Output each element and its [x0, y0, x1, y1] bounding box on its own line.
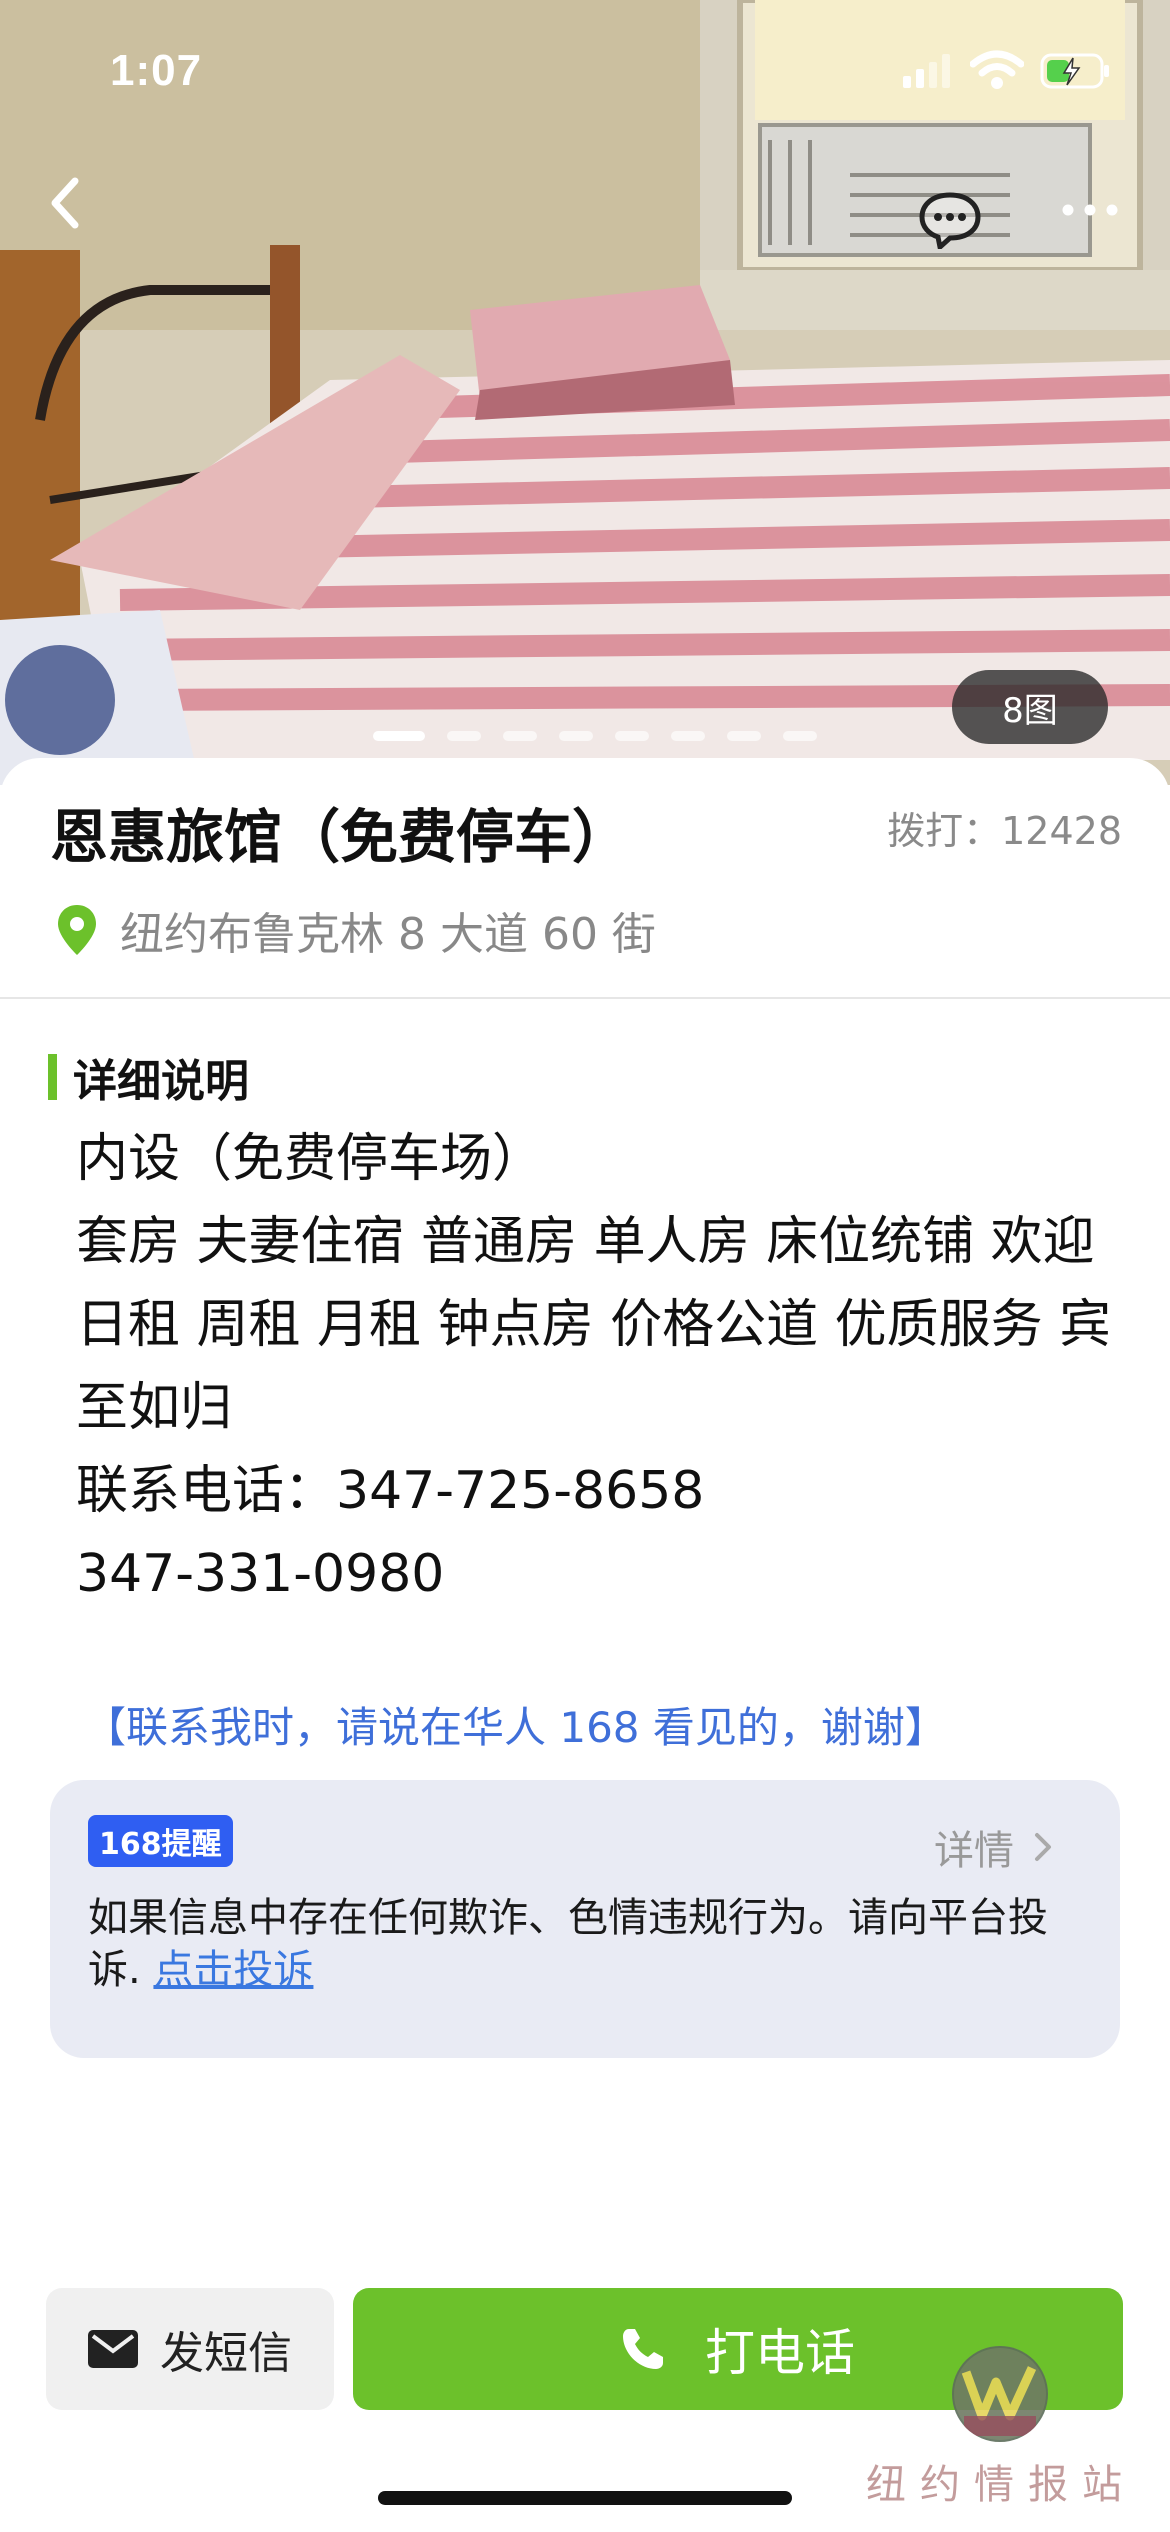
envelope-icon: [88, 2330, 138, 2368]
report-link[interactable]: 点击投诉: [153, 1947, 313, 1993]
alert-details-label: 详情: [934, 1828, 1014, 1874]
phone-line[interactable]: 联系电话：347-725-8658: [76, 1450, 1126, 1533]
description: 内设（免费停车场） 套房 夫妻住宿 普通房 单人房 床位统铺 欢迎日租 周租 月…: [76, 1118, 1126, 1616]
back-button[interactable]: [30, 168, 100, 238]
status-bar: 1:07: [0, 0, 1170, 140]
location-row[interactable]: 纽约布鲁克林 8 大道 60 街: [56, 898, 656, 962]
more-options-button[interactable]: [1050, 180, 1130, 240]
chevron-left-icon: [51, 177, 79, 229]
watermark-logo-icon: [954, 2348, 1046, 2440]
safety-alert-card: 168提醒 详情 如果信息中存在任何欺诈、色情违规行为。请向平台投诉. 点击投诉: [50, 1780, 1120, 2058]
call-label: 打电话: [705, 2324, 855, 2382]
pagination-dot: [503, 731, 537, 741]
photo-count-badge[interactable]: 8图: [952, 670, 1108, 744]
sms-label: 发短信: [160, 2328, 292, 2379]
pagination-dot: [373, 731, 425, 741]
send-sms-button[interactable]: 发短信: [46, 2288, 334, 2410]
pagination-dot: [615, 731, 649, 741]
contact-note: 【联系我时，请说在华人 168 看见的，谢谢】: [84, 1703, 947, 1752]
chevron-right-icon: [1035, 1833, 1051, 1861]
status-time: 1:07: [110, 46, 203, 95]
listing-title: 恩惠旅馆（免费停车）: [50, 803, 631, 871]
signal-icon: [903, 54, 950, 88]
phone-icon: [623, 2329, 663, 2369]
pagination-dot: [671, 731, 705, 741]
alert-details-link[interactable]: 详情: [934, 1818, 1058, 1876]
more-dots-icon: [1062, 204, 1118, 216]
gallery-pagination: [373, 731, 817, 743]
pagination-dot: [727, 731, 761, 741]
section-header: 详细说明: [48, 1045, 249, 1109]
section-accent-bar: [48, 1054, 57, 1100]
alert-message: 如果信息中存在任何欺诈、色情违规行为。请向平台投诉. 点击投诉: [88, 1892, 1098, 1996]
chat-button[interactable]: [915, 185, 985, 255]
location-text: 纽约布鲁克林 8 大道 60 街: [120, 909, 656, 960]
divider: [0, 997, 1170, 999]
description-line: 套房 夫妻住宿 普通房 单人房 床位统铺 欢迎日租 周租 月租 钟点房 价格公道…: [76, 1212, 1112, 1438]
watermark-text: 纽约情报站: [866, 2462, 1136, 2508]
home-indicator: [378, 2491, 792, 2505]
pagination-dot: [447, 731, 481, 741]
pagination-dot: [559, 731, 593, 741]
phone-line[interactable]: 347-331-0980: [76, 1533, 1126, 1616]
location-pin-icon: [58, 905, 96, 955]
wifi-icon: [970, 50, 1024, 89]
chat-bubble-icon: [919, 192, 981, 249]
dial-count: 拨打：12428: [887, 809, 1122, 853]
pagination-dot: [783, 731, 817, 741]
watermark-logo: [952, 2346, 1048, 2442]
alert-badge: 168提醒: [88, 1815, 233, 1867]
content-card: [0, 758, 1170, 2532]
section-title: 详细说明: [73, 1056, 249, 1107]
battery-icon: [1040, 53, 1109, 89]
description-line: 内设（免费停车场）: [76, 1129, 545, 1189]
listing-photo[interactable]: 1:07 8图: [0, 0, 1170, 785]
